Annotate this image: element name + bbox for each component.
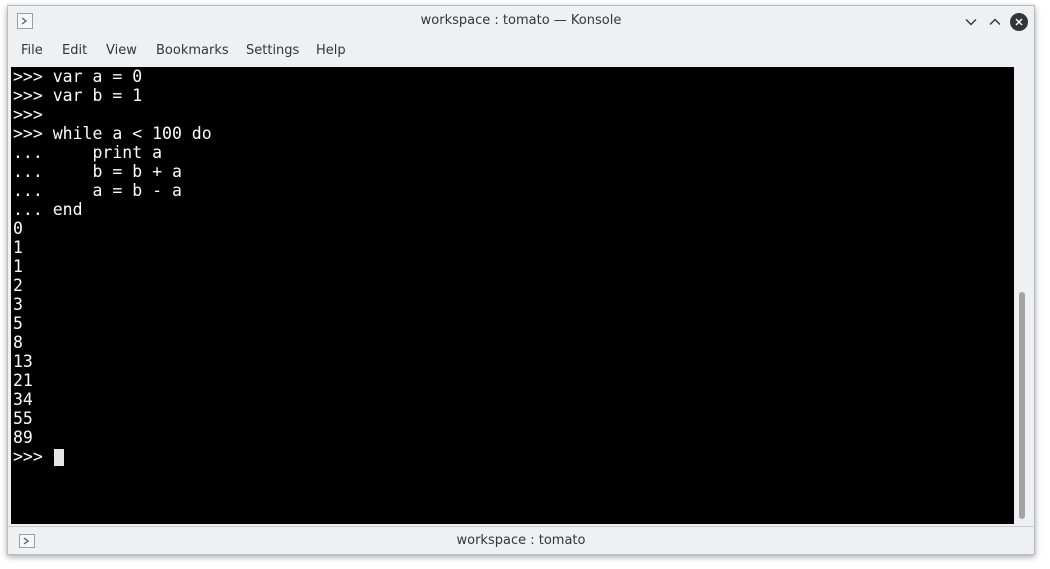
scrollbar-thumb[interactable] (1019, 292, 1025, 519)
title-bar[interactable]: workspace : tomato — Konsole (8, 6, 1034, 37)
tab-workspace-tomato[interactable]: workspace : tomato (8, 533, 1034, 548)
menu-view[interactable]: View (106, 43, 137, 58)
terminal-line: 13 (13, 352, 33, 371)
terminal-line: 34 (13, 390, 33, 409)
tab-bar: workspace : tomato (8, 526, 1034, 554)
menu-bookmarks[interactable]: Bookmarks (156, 43, 229, 58)
terminal-line: ... end (13, 200, 83, 219)
text-cursor (54, 449, 64, 466)
terminal-line: 1 (13, 257, 23, 276)
menu-edit[interactable]: Edit (62, 43, 87, 58)
terminal-line: 1 (13, 238, 23, 257)
window-title: workspace : tomato — Konsole (420, 13, 622, 28)
terminal-output[interactable]: >>> var a = 0 >>> var b = 1 >>> >>> whil… (11, 67, 1014, 524)
terminal-line: 8 (13, 333, 23, 352)
terminal-line: ... print a (13, 143, 163, 162)
menu-file[interactable]: File (21, 43, 43, 58)
terminal-line: >>> (13, 105, 43, 124)
terminal-line: 55 (13, 409, 33, 428)
menu-help[interactable]: Help (316, 43, 346, 58)
chevron-down-icon (965, 19, 977, 26)
menu-bar: File Edit View Bookmarks Settings Help (8, 39, 1034, 63)
terminal-line: 89 (13, 428, 33, 447)
terminal-line: >>> var a = 0 (13, 67, 143, 86)
close-button[interactable] (1009, 12, 1029, 32)
terminal-prompt-line: >>> (13, 447, 53, 466)
terminal-line: 21 (13, 371, 33, 390)
menu-settings[interactable]: Settings (246, 43, 299, 58)
minimize-button[interactable] (961, 12, 981, 32)
terminal-line: 5 (13, 314, 23, 333)
terminal-line: ... a = b - a (13, 181, 182, 200)
maximize-button[interactable] (985, 12, 1005, 32)
terminal-line: >>> var b = 1 (13, 86, 143, 105)
konsole-window: workspace : tomato — Konsole File Edit V… (7, 5, 1035, 555)
chevron-up-icon (989, 18, 1001, 25)
terminal-line: 0 (13, 219, 23, 238)
terminal-line: ... b = b + a (13, 162, 182, 181)
terminal-line: >>> while a < 100 do (13, 124, 212, 143)
close-icon (1015, 18, 1023, 26)
terminal-scrollbar[interactable] (1014, 67, 1029, 524)
terminal-line: 3 (13, 295, 23, 314)
terminal-line: 2 (13, 276, 23, 295)
